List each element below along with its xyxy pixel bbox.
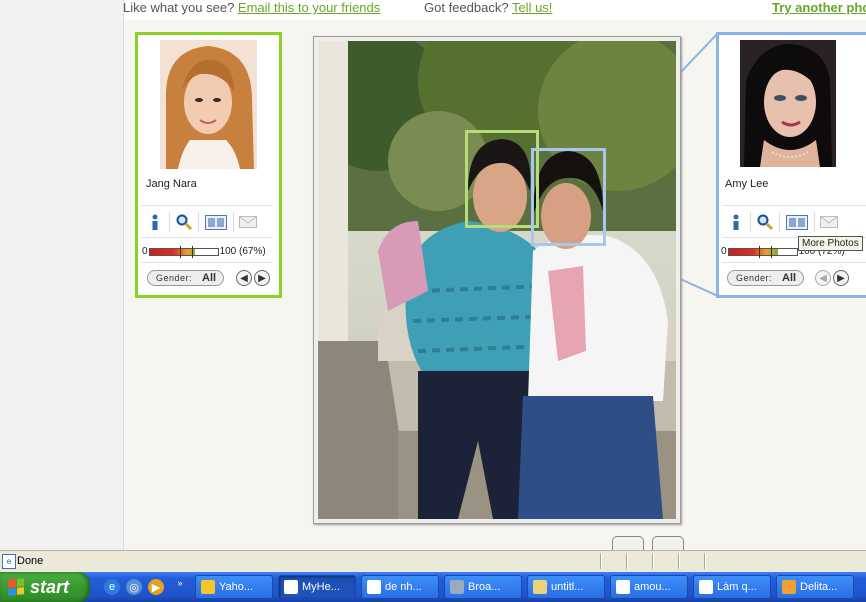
fullsize-icon[interactable]	[652, 536, 684, 550]
left-gutter	[0, 0, 124, 550]
celebrity-photo[interactable]	[740, 40, 836, 167]
magnify-icon[interactable]	[170, 212, 199, 232]
uploaded-photo	[318, 41, 676, 519]
status-pane	[652, 553, 654, 569]
next-match-icon[interactable]: ▶	[254, 270, 270, 286]
start-button[interactable]: start	[0, 572, 90, 602]
gender-filter[interactable]: Gender: All	[147, 270, 224, 286]
start-label: start	[30, 576, 70, 597]
browser-quicklaunch-icon[interactable]: ◎	[126, 579, 142, 595]
gender-label: Gender:	[736, 273, 773, 283]
smiley-icon	[201, 580, 215, 594]
similarity-bar	[727, 245, 798, 258]
taskbar-button-label: MyHe...	[302, 581, 340, 593]
like-text: Like what you see?	[123, 0, 235, 15]
globe-icon	[450, 580, 464, 594]
right-match-card: Amy Lee 0 100 (72%) Gender: All ◀ ▶	[716, 32, 866, 298]
similarity-score: 0 100 (67%)	[142, 245, 266, 258]
taskbar-window-button[interactable]: Delita...	[776, 575, 854, 599]
taskbar-window-button[interactable]: Làm q...	[693, 575, 771, 599]
celebrity-photo[interactable]	[160, 40, 257, 169]
status-pane	[626, 553, 628, 569]
score-label: 100 (67%)	[219, 246, 266, 257]
tool-row	[722, 211, 843, 233]
divider	[722, 205, 866, 206]
celebrity-name: Jang Nara	[146, 178, 197, 190]
taskbar-button-label: Delita...	[800, 581, 838, 593]
left-match-card: Jang Nara 0 100 (67%) Gender: All ◀ ▶	[135, 32, 282, 298]
page-done-icon: e	[2, 554, 16, 569]
ie-window-icon	[284, 580, 298, 594]
windows-taskbar: start e ◎ ▶ » Yaho... MyHe... de nh... Broa…	[0, 572, 866, 602]
taskbar-button-label: de nh...	[385, 581, 422, 593]
info-icon[interactable]	[141, 212, 170, 232]
media-player-icon[interactable]: ▶	[148, 579, 164, 595]
status-text: Done	[17, 555, 44, 567]
gear-icon	[782, 580, 796, 594]
next-match-icon[interactable]: ▶	[833, 270, 849, 286]
score-min: 0	[142, 246, 148, 257]
magnify-icon[interactable]	[751, 212, 780, 232]
share-line: Like what you see? Email this to your fr…	[123, 0, 380, 15]
email-icon[interactable]	[815, 212, 843, 232]
taskbar-button-label: untitl...	[551, 581, 584, 593]
windows-logo-icon	[8, 578, 24, 596]
internet-explorer-icon[interactable]: e	[104, 579, 120, 595]
celebrity-name: Amy Lee	[725, 178, 769, 190]
more-photos-icon[interactable]	[199, 212, 234, 232]
score-min: 0	[721, 246, 727, 257]
ie-window-icon	[699, 580, 713, 594]
zoom-in-icon[interactable]	[612, 536, 644, 550]
status-bar: e Done	[0, 550, 866, 572]
status-pane	[704, 553, 706, 569]
taskbar-window-button[interactable]: Yaho...	[195, 575, 273, 599]
info-icon[interactable]	[722, 212, 751, 232]
taskbar-button-label: Yaho...	[219, 581, 254, 593]
tool-row	[141, 211, 262, 233]
prev-match-icon[interactable]: ◀	[815, 270, 831, 286]
more-photos-icon[interactable]	[780, 212, 815, 232]
tell-us-link[interactable]: Tell us!	[512, 0, 552, 15]
similarity-bar	[148, 245, 219, 258]
more-photos-tooltip: More Photos	[798, 236, 863, 251]
taskbar-window-button[interactable]: amou...	[610, 575, 688, 599]
taskbar-button-label: amou...	[634, 581, 671, 593]
try-another-photo-link[interactable]: Try another phot	[772, 0, 866, 15]
taskbar-window-button[interactable]: MyHe...	[278, 575, 356, 599]
face-box-left[interactable]	[465, 130, 539, 228]
status-pane	[678, 553, 680, 569]
gender-filter[interactable]: Gender: All	[727, 270, 804, 286]
ie-window-icon	[367, 580, 381, 594]
ie-window-icon	[616, 580, 630, 594]
face-box-right[interactable]	[531, 148, 606, 246]
divider	[141, 205, 273, 206]
browser-page: Like what you see? Email this to your fr…	[0, 0, 866, 550]
quicklaunch-chevron-icon[interactable]: »	[175, 575, 185, 591]
status-pane	[600, 553, 602, 569]
feedback-line: Got feedback? Tell us!	[424, 0, 552, 15]
paint-icon	[533, 580, 547, 594]
taskbar-window-button[interactable]: Broa...	[444, 575, 522, 599]
divider	[722, 262, 866, 263]
taskbar-button-label: Broa...	[468, 581, 501, 593]
taskbar-window-button[interactable]: untitl...	[527, 575, 605, 599]
divider	[141, 262, 273, 263]
divider	[141, 237, 273, 238]
taskbar-button-label: Làm q...	[717, 581, 757, 593]
gender-value: All	[782, 272, 797, 284]
gender-value: All	[202, 272, 217, 284]
feedback-text: Got feedback?	[424, 0, 509, 15]
email-friends-link[interactable]: Email this to your friends	[238, 0, 380, 15]
taskbar-window-button[interactable]: de nh...	[361, 575, 439, 599]
prev-match-icon[interactable]: ◀	[236, 270, 252, 286]
gender-label: Gender:	[156, 273, 193, 283]
email-icon[interactable]	[234, 212, 262, 232]
